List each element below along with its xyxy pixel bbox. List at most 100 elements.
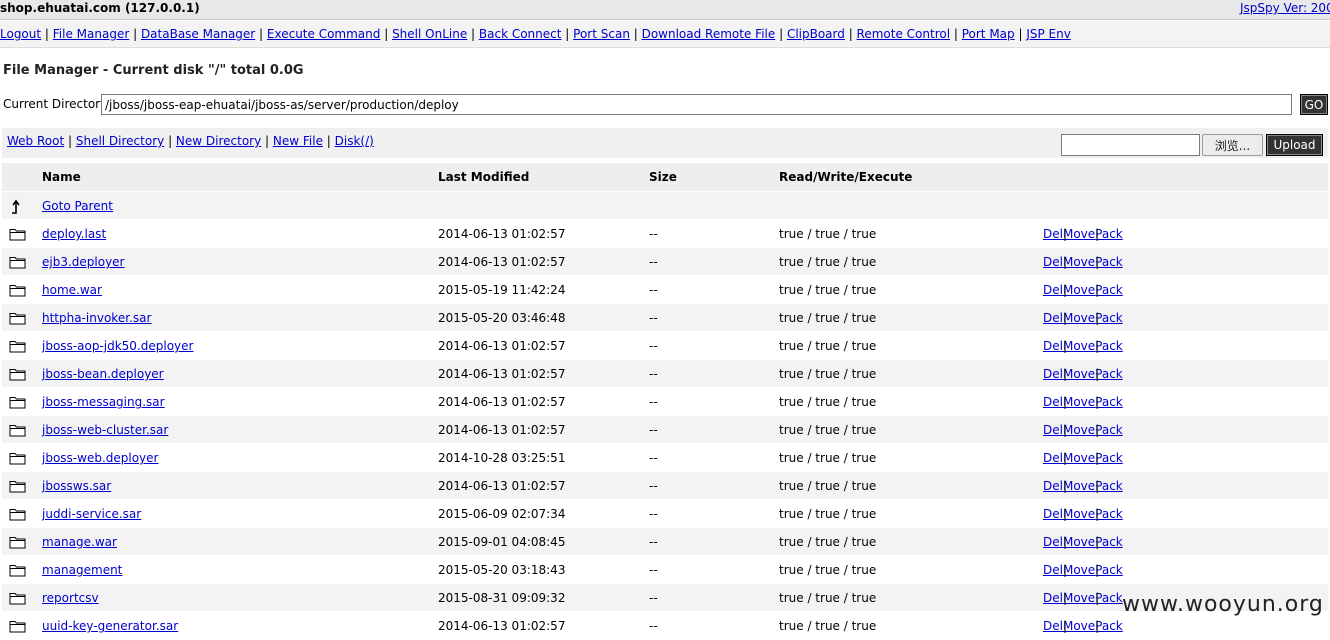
nav-remote-control[interactable]: Remote Control: [857, 27, 951, 41]
del-link[interactable]: Del: [1043, 339, 1063, 353]
file-name-link[interactable]: jboss-web.deployer: [42, 451, 158, 465]
pack-link[interactable]: Pack: [1095, 395, 1123, 409]
nav-shell-online[interactable]: Shell OnLine: [392, 27, 467, 41]
del-link[interactable]: Del: [1043, 563, 1063, 577]
file-name-link[interactable]: deploy.last: [42, 227, 106, 241]
file-name-link[interactable]: uuid-key-generator.sar: [42, 619, 178, 633]
link-shell-directory[interactable]: Shell Directory: [76, 134, 164, 148]
link-new-file[interactable]: New File: [273, 134, 323, 148]
move-link[interactable]: Move: [1063, 255, 1095, 269]
del-link[interactable]: Del: [1043, 591, 1063, 605]
folder-icon: [9, 451, 26, 465]
move-link[interactable]: Move: [1063, 367, 1095, 381]
file-name-link[interactable]: httpha-invoker.sar: [42, 311, 151, 325]
file-name-cell: jboss-web.deployer: [42, 444, 158, 472]
pack-link[interactable]: Pack: [1095, 479, 1123, 493]
del-link[interactable]: Del: [1043, 283, 1063, 297]
pack-link[interactable]: Pack: [1095, 283, 1123, 297]
browse-button[interactable]: 浏览...: [1202, 134, 1263, 156]
action-separator: |: [1062, 451, 1068, 465]
del-link[interactable]: Del: [1043, 535, 1063, 549]
file-name-link[interactable]: manage.war: [42, 535, 117, 549]
pack-link[interactable]: Pack: [1095, 423, 1123, 437]
permissions-cell: true / true / true: [779, 255, 877, 269]
link-disk[interactable]: Disk(/): [335, 134, 374, 148]
nav-port-map[interactable]: Port Map: [962, 27, 1015, 41]
go-button[interactable]: GO: [1300, 94, 1328, 115]
file-name-link[interactable]: jboss-bean.deployer: [42, 367, 164, 381]
del-link[interactable]: Del: [1043, 227, 1063, 241]
nav-jsp-env[interactable]: JSP Env: [1026, 27, 1071, 41]
move-link[interactable]: Move: [1063, 507, 1095, 521]
del-link[interactable]: Del: [1043, 479, 1063, 493]
del-link[interactable]: Del: [1043, 367, 1063, 381]
pack-link[interactable]: Pack: [1095, 339, 1123, 353]
move-link[interactable]: Move: [1063, 283, 1095, 297]
move-link[interactable]: Move: [1063, 311, 1095, 325]
size-cell: --: [649, 423, 658, 437]
move-link[interactable]: Move: [1063, 451, 1095, 465]
move-link[interactable]: Move: [1063, 591, 1095, 605]
nav-database-manager[interactable]: DataBase Manager: [141, 27, 255, 41]
size-cell: --: [649, 339, 658, 353]
del-link[interactable]: Del: [1043, 507, 1063, 521]
pack-link[interactable]: Pack: [1095, 311, 1123, 325]
move-link[interactable]: Move: [1063, 479, 1095, 493]
file-name-link[interactable]: management: [42, 563, 122, 577]
file-name-cell: jboss-messaging.sar: [42, 388, 165, 416]
file-name-cell: management: [42, 556, 122, 584]
link-separator: |: [261, 134, 273, 148]
nav-clipboard[interactable]: ClipBoard: [787, 27, 845, 41]
goto-parent-link[interactable]: Goto Parent: [42, 199, 113, 213]
move-link[interactable]: Move: [1063, 227, 1095, 241]
size-cell: --: [649, 619, 658, 633]
move-link[interactable]: Move: [1063, 395, 1095, 409]
pack-link[interactable]: Pack: [1095, 255, 1123, 269]
permissions-cell: true / true / true: [779, 619, 877, 633]
pack-link[interactable]: Pack: [1095, 451, 1123, 465]
pack-link[interactable]: Pack: [1095, 535, 1123, 549]
table-row: jboss-messaging.sar 2014-06-13 01:02:57 --…: [2, 387, 1328, 415]
del-link[interactable]: Del: [1043, 395, 1063, 409]
move-link[interactable]: Move: [1063, 535, 1095, 549]
nav-execute-command[interactable]: Execute Command: [267, 27, 380, 41]
file-name-link[interactable]: reportcsv: [42, 591, 99, 605]
file-name-link[interactable]: jbossws.sar: [42, 479, 111, 493]
pack-link[interactable]: Pack: [1095, 619, 1123, 633]
pack-link[interactable]: Pack: [1095, 227, 1123, 241]
permissions-cell: true / true / true: [779, 395, 877, 409]
file-name-link[interactable]: jboss-aop-jdk50.deployer: [42, 339, 193, 353]
size-cell: --: [649, 311, 658, 325]
nav-file-manager[interactable]: File Manager: [53, 27, 130, 41]
del-link[interactable]: Del: [1043, 619, 1063, 633]
nav-back-connect[interactable]: Back Connect: [479, 27, 562, 41]
pack-link[interactable]: Pack: [1095, 367, 1123, 381]
upload-button[interactable]: Upload: [1266, 134, 1323, 156]
pack-link[interactable]: Pack: [1095, 591, 1123, 605]
nav-download-remote-file[interactable]: Download Remote File: [642, 27, 776, 41]
upload-file-input[interactable]: [1061, 134, 1200, 156]
file-name-link[interactable]: ejb3.deployer: [42, 255, 125, 269]
file-name-link[interactable]: jboss-web-cluster.sar: [42, 423, 168, 437]
file-name-link[interactable]: juddi-service.sar: [42, 507, 141, 521]
nav-port-scan[interactable]: Port Scan: [573, 27, 630, 41]
link-new-directory[interactable]: New Directory: [176, 134, 261, 148]
move-link[interactable]: Move: [1063, 423, 1095, 437]
pack-link[interactable]: Pack: [1095, 563, 1123, 577]
current-directory-input[interactable]: [101, 94, 1292, 115]
del-link[interactable]: Del: [1043, 423, 1063, 437]
action-separator: |: [1095, 479, 1100, 493]
version-link[interactable]: JspSpy Ver: 2009: [1240, 0, 1330, 16]
del-link[interactable]: Del: [1043, 311, 1063, 325]
link-web-root[interactable]: Web Root: [7, 134, 64, 148]
file-name-link[interactable]: home.war: [42, 283, 102, 297]
move-link[interactable]: Move: [1063, 619, 1095, 633]
del-link[interactable]: Del: [1043, 255, 1063, 269]
pack-link[interactable]: Pack: [1095, 507, 1123, 521]
file-name-link[interactable]: jboss-messaging.sar: [42, 395, 165, 409]
del-link[interactable]: Del: [1043, 451, 1063, 465]
nav-logout[interactable]: Logout: [0, 27, 41, 41]
goto-parent-row: Goto Parent: [2, 191, 1328, 219]
move-link[interactable]: Move: [1063, 563, 1095, 577]
move-link[interactable]: Move: [1063, 339, 1095, 353]
